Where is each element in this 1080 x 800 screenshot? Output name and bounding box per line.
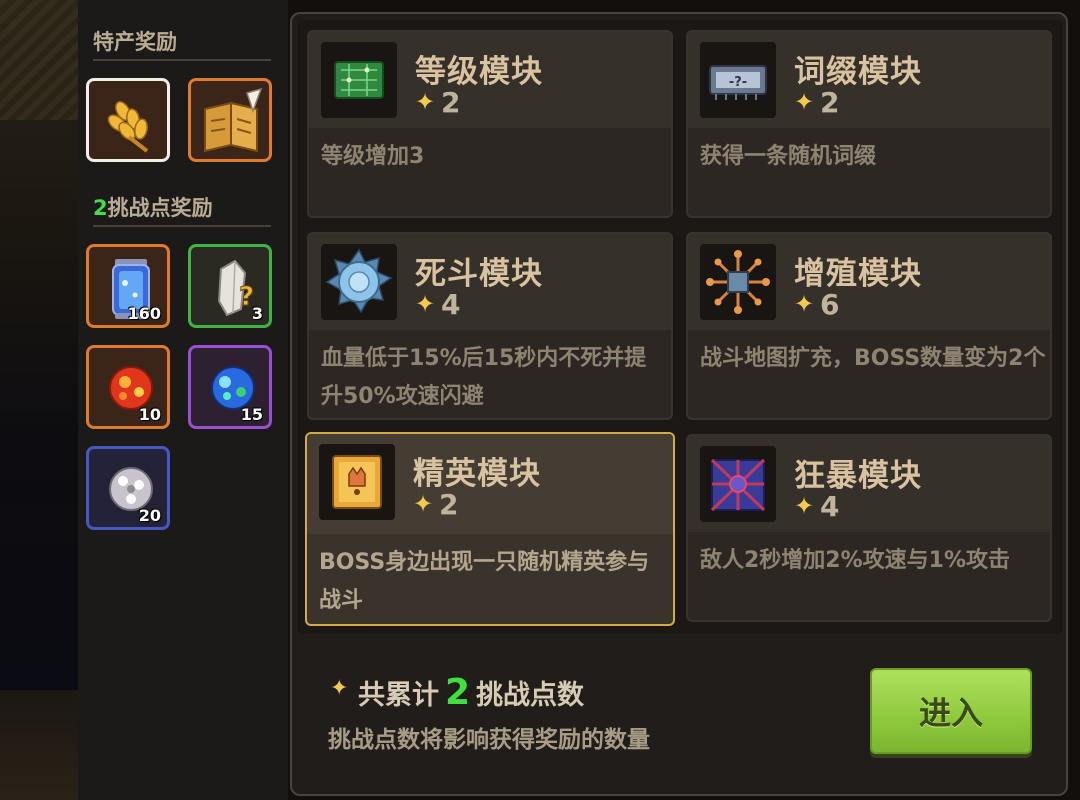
background-scene [0, 0, 80, 800]
challenge-reward-slot-crystal[interactable]: ? 3 [188, 244, 272, 328]
svg-text:-?-: -?- [729, 75, 747, 90]
item-count: 160 [127, 304, 161, 323]
module-card-level[interactable]: 等级模块 ✦ 2 等级增加3 [307, 30, 673, 218]
module-points: 4 [441, 288, 461, 321]
spiked-shield-icon [321, 244, 397, 320]
module-desc: 获得一条随机词缀 [700, 144, 877, 169]
module-points: 2 [441, 86, 461, 119]
module-name: 等级模块 [415, 54, 543, 90]
multiply-chip-icon [700, 244, 776, 320]
circuit-board-icon [321, 42, 397, 118]
module-points: 2 [439, 488, 459, 521]
star-icon: ✦ [330, 676, 349, 701]
special-reward-slot-map[interactable] [188, 78, 272, 162]
item-count: 15 [240, 405, 263, 424]
mystery-chip-icon: -?- [700, 42, 776, 118]
item-count: 3 [251, 304, 263, 323]
challenge-reward-slot-silver-orb[interactable]: 20 [86, 446, 170, 530]
module-desc: 敌人2秒增加2%攻速与1%攻击 [700, 548, 1011, 573]
module-desc: 血量低于15%后15秒内不死并提升50%攻速闪避 [321, 346, 647, 409]
module-name: 词缀模块 [794, 54, 922, 90]
module-points: 4 [820, 490, 840, 523]
star-icon: ✦ [794, 492, 815, 520]
item-count: 20 [138, 506, 161, 525]
wheat-icon [107, 101, 149, 153]
star-icon: ✦ [413, 490, 434, 518]
module-card-multiply[interactable]: 增殖模块 ✦ 6 战斗地图扩充，BOSS数量变为2个 [686, 232, 1052, 420]
module-points: 6 [820, 288, 840, 321]
elite-card-icon [319, 444, 395, 520]
berserk-chip-icon [700, 446, 776, 522]
challenge-reward-slot-potion[interactable]: 160 [86, 244, 170, 328]
special-reward-title: 特产奖励 [93, 26, 271, 61]
module-desc: 等级增加3 [321, 144, 425, 169]
star-icon: ✦ [794, 88, 815, 116]
enter-button[interactable]: 进入 [870, 668, 1032, 754]
quest-map-icon [204, 87, 263, 153]
module-name: 狂暴模块 [794, 458, 922, 494]
star-icon: ✦ [415, 88, 436, 116]
item-count: 10 [138, 405, 161, 424]
module-name: 增殖模块 [794, 256, 922, 292]
star-icon: ✦ [415, 290, 436, 318]
module-card-deathmatch[interactable]: 死斗模块 ✦ 4 血量低于15%后15秒内不死并提升50%攻速闪避 [307, 232, 673, 420]
module-points: 2 [820, 86, 840, 119]
challenge-reward-title: 2挑战点奖励 [93, 192, 271, 227]
module-card-berserk[interactable]: 狂暴模块 ✦ 4 敌人2秒增加2%攻速与1%攻击 [686, 434, 1052, 622]
star-icon: ✦ [794, 290, 815, 318]
module-name: 精英模块 [413, 456, 541, 492]
module-card-elite[interactable]: 精英模块 ✦ 2 BOSS身边出现一只随机精英参与战斗 [305, 432, 675, 626]
total-points-summary: 共累计 2 挑战点数 [358, 672, 585, 713]
module-name: 死斗模块 [415, 256, 543, 292]
total-points-value: 2 [445, 672, 471, 713]
challenge-reward-slot-blue-orb[interactable]: 15 [188, 345, 272, 429]
module-desc: BOSS身边出现一只随机精英参与战斗 [319, 550, 650, 613]
module-desc: 战斗地图扩充，BOSS数量变为2个 [700, 346, 1046, 371]
module-card-affix[interactable]: -?- 词缀模块 ✦ 2 获得一条随机词缀 [686, 30, 1052, 218]
special-reward-slot-wheat[interactable] [86, 78, 170, 162]
challenge-reward-slot-red-orb[interactable]: 10 [86, 345, 170, 429]
points-hint: 挑战点数将影响获得奖励的数量 [328, 727, 650, 753]
